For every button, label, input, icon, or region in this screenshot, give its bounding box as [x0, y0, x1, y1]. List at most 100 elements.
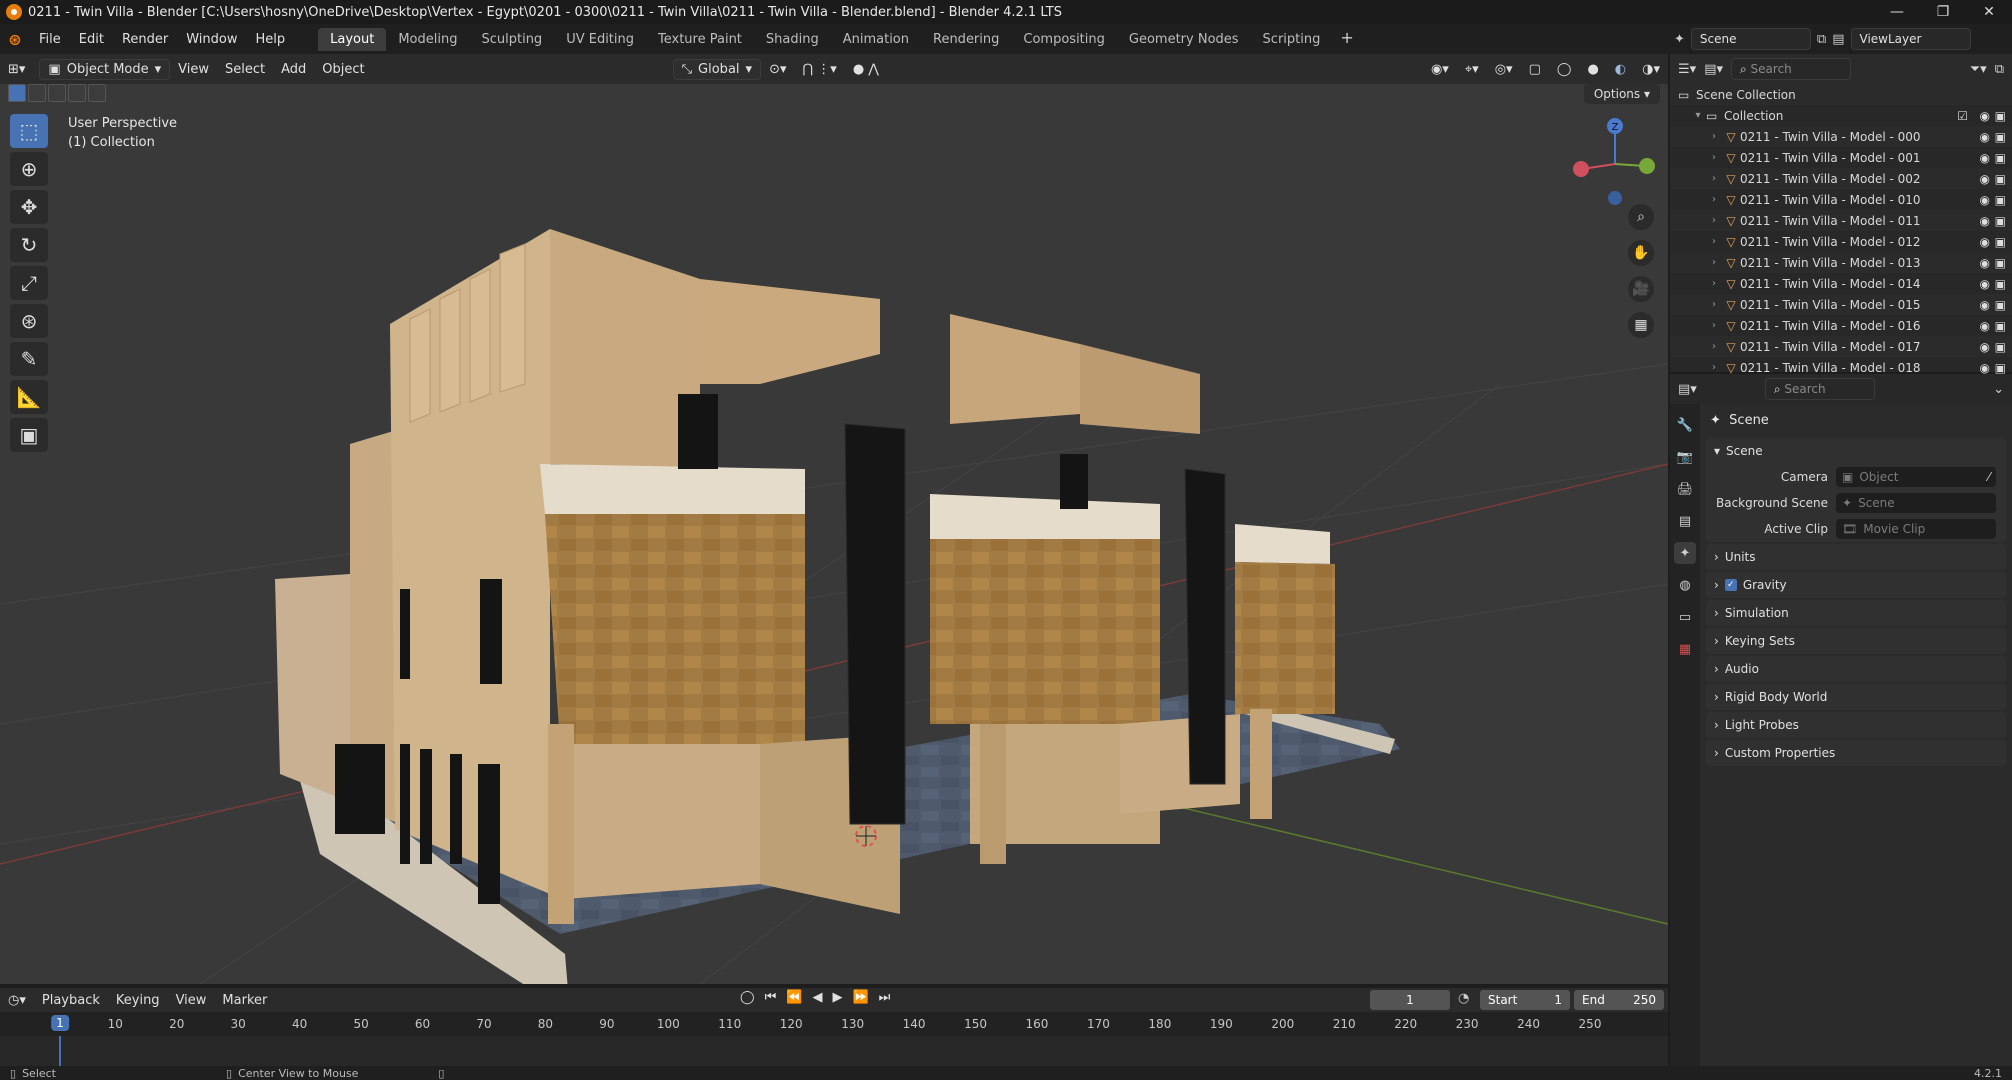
timeline-menu-playback[interactable]: Playback [34, 993, 108, 1008]
shading-rendered-icon[interactable]: ◑▾ [1634, 60, 1668, 79]
transform-orientation-dropdown[interactable]: ⤡ Global ▾ [672, 58, 762, 80]
render-camera-icon[interactable]: ▣ [1995, 214, 2006, 228]
start-frame-field[interactable]: Start 1 [1480, 990, 1570, 1010]
visibility-eye-icon[interactable]: ◉ [1980, 319, 1990, 333]
tab-modeling[interactable]: Modeling [386, 28, 469, 51]
add-cube-tool-icon[interactable]: ▣ [10, 418, 48, 452]
render-camera-icon[interactable]: ▣ [1995, 193, 2006, 207]
viewport-menu-select[interactable]: Select [217, 60, 273, 79]
tab-sculpting[interactable]: Sculpting [469, 28, 554, 51]
jump-end-icon[interactable]: ⏭ [879, 990, 891, 1005]
active-clip-field[interactable]: 🎞 Movie Clip [1836, 519, 1996, 539]
timeline-menu-view[interactable]: View [168, 993, 215, 1008]
expand-arrow-icon[interactable]: › [1706, 257, 1722, 268]
transform-tool-icon[interactable]: ⊛ [10, 304, 48, 338]
collapse-icon[interactable]: ▾ [1690, 110, 1706, 121]
snap-icon[interactable]: ⋂ ⋮▾ [794, 60, 844, 79]
properties-editor-icon[interactable]: ▤▾ [1678, 382, 1697, 397]
rotate-tool-icon[interactable]: ↻ [10, 228, 48, 262]
outliner-object-row[interactable]: › ▽ 0211 - Twin Villa - Model - 002 ◉ ▣ [1670, 168, 2012, 189]
menu-file[interactable]: File [30, 32, 70, 47]
visibility-eye-icon[interactable]: ◉ [1980, 214, 1990, 228]
viewport-menu-object[interactable]: Object [314, 60, 372, 79]
navigation-gizmo[interactable]: Z [1570, 114, 1668, 214]
minimize-button[interactable]: — [1874, 0, 1920, 24]
background-scene-field[interactable]: ✦ Scene [1836, 493, 1996, 513]
outliner-object-row[interactable]: › ▽ 0211 - Twin Villa - Model - 014 ◉ ▣ [1670, 273, 2012, 294]
texture-tab-icon[interactable]: ▦ [1674, 638, 1696, 660]
render-camera-icon[interactable]: ▣ [1995, 277, 2006, 291]
zoom-icon[interactable]: ⌕ [1628, 204, 1654, 230]
playhead[interactable] [59, 1036, 61, 1066]
collection-tab-icon[interactable]: ▭ [1674, 606, 1696, 628]
scene-collection-row[interactable]: ▭ Scene Collection [1670, 84, 2012, 105]
menu-help[interactable]: Help [247, 32, 295, 47]
panel-light-probes[interactable]: › Light Probes [1706, 712, 2006, 738]
panel-simulation[interactable]: › Simulation [1706, 600, 2006, 626]
render-camera-icon[interactable]: ▣ [1995, 172, 2006, 186]
measure-tool-icon[interactable]: 📐 [10, 380, 48, 414]
tab-texture-paint[interactable]: Texture Paint [646, 28, 754, 51]
select-intersect-icon[interactable] [88, 84, 106, 102]
panel-units[interactable]: › Units [1706, 544, 2006, 570]
select-box-tool-icon[interactable]: ⬚ [10, 114, 48, 148]
outliner-object-row[interactable]: › ▽ 0211 - Twin Villa - Model - 010 ◉ ▣ [1670, 189, 2012, 210]
expand-arrow-icon[interactable]: › [1706, 173, 1722, 184]
tab-animation[interactable]: Animation [831, 28, 921, 51]
tab-layout[interactable]: Layout [318, 27, 387, 51]
select-new-icon[interactable] [8, 84, 26, 102]
3d-viewport[interactable]: ⬚ ⊕ ✥ ↻ ⤢ ⊛ ✎ 📐 ▣ User Perspective (1) C… [0, 84, 1668, 984]
scale-tool-icon[interactable]: ⤢ [10, 266, 48, 300]
render-camera-icon[interactable]: ▣ [1995, 130, 2006, 144]
view-layer-field[interactable]: ViewLayer [1850, 28, 1971, 50]
visibility-eye-icon[interactable]: ◉ [1980, 298, 1990, 312]
outliner-editor-icon[interactable]: ☰▾ [1678, 62, 1696, 77]
shading-wireframe-icon[interactable]: ◯ [1549, 60, 1580, 79]
prev-keyframe-icon[interactable]: ⏪ [786, 990, 802, 1005]
render-camera-icon[interactable]: ▣ [1995, 298, 2006, 312]
gravity-checkbox[interactable]: ✓ [1724, 579, 1737, 591]
blender-menu-icon[interactable]: ⊛ [0, 30, 30, 49]
panel-keying-sets[interactable]: › Keying Sets [1706, 628, 2006, 654]
select-subtract-icon[interactable] [48, 84, 66, 102]
move-tool-icon[interactable]: ✥ [10, 190, 48, 224]
gizmo-toggle-icon[interactable]: ⌖▾ [1457, 60, 1487, 79]
scene-panel-header[interactable]: ▾ Scene [1706, 438, 2006, 464]
next-keyframe-icon[interactable]: ⏩ [852, 990, 868, 1005]
panel-custom-properties[interactable]: › Custom Properties [1706, 740, 2006, 766]
panel-gravity[interactable]: › ✓ Gravity [1706, 572, 2006, 598]
jump-start-icon[interactable]: ⏮ [765, 990, 777, 1005]
render-tab-icon[interactable]: 📷 [1674, 446, 1696, 468]
camera-field[interactable]: ▣ Object ⁄ [1836, 467, 1996, 487]
new-collection-icon[interactable]: ⧉ [1995, 62, 2004, 77]
scene-field[interactable]: Scene [1690, 28, 1811, 50]
outliner-object-row[interactable]: › ▽ 0211 - Twin Villa - Model - 011 ◉ ▣ [1670, 210, 2012, 231]
auto-key-icon[interactable]: ◯ [740, 990, 755, 1005]
tool-tab-icon[interactable]: 🔧 [1674, 414, 1696, 436]
output-tab-icon[interactable]: 🖨 [1674, 478, 1696, 500]
view-layer-tab-icon[interactable]: ▤ [1674, 510, 1696, 532]
properties-options-icon[interactable]: ⌄ [1993, 382, 2004, 397]
new-scene-icon[interactable]: ⧉ [1817, 32, 1826, 47]
ortho-grid-icon[interactable]: ▦ [1628, 312, 1654, 338]
pan-hand-icon[interactable]: ✋ [1628, 240, 1654, 266]
timeline-menu-keying[interactable]: Keying [108, 993, 168, 1008]
outliner-object-row[interactable]: › ▽ 0211 - Twin Villa - Model - 017 ◉ ▣ [1670, 336, 2012, 357]
eyedropper-icon[interactable]: ⁄ [1988, 470, 1990, 484]
outliner-object-row[interactable]: › ▽ 0211 - Twin Villa - Model - 013 ◉ ▣ [1670, 252, 2012, 273]
render-camera-icon[interactable]: ▣ [1995, 319, 2006, 333]
end-frame-field[interactable]: End 250 [1574, 990, 1664, 1010]
tab-shading[interactable]: Shading [754, 28, 831, 51]
visibility-eye-icon[interactable]: ◉ [1980, 109, 1990, 123]
timeline-menu-marker[interactable]: Marker [214, 993, 275, 1008]
visibility-eye-icon[interactable]: ◉ [1980, 361, 1990, 375]
select-extend-icon[interactable] [28, 84, 46, 102]
visibility-eye-icon[interactable]: ◉ [1980, 193, 1990, 207]
cursor-tool-icon[interactable]: ⊕ [10, 152, 48, 186]
expand-arrow-icon[interactable]: › [1706, 278, 1722, 289]
expand-arrow-icon[interactable]: › [1706, 215, 1722, 226]
visibility-eye-icon[interactable]: ◉ [1980, 151, 1990, 165]
select-invert-icon[interactable] [68, 84, 86, 102]
panel-audio[interactable]: › Audio [1706, 656, 2006, 682]
menu-edit[interactable]: Edit [70, 32, 113, 47]
